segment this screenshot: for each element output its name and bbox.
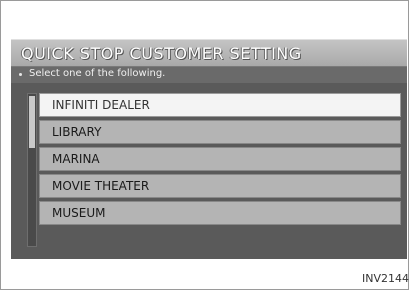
list-item-museum[interactable]: MUSEUM <box>39 201 401 225</box>
list-item-label: LIBRARY <box>52 125 102 139</box>
screen-title: QUICK STOP CUSTOMER SETTING <box>21 44 302 63</box>
list-item-movie-theater[interactable]: MOVIE THEATER <box>39 174 401 198</box>
navigation-screen: QUICK STOP CUSTOMER SETTING Select one o… <box>11 39 407 259</box>
list-item-label: MARINA <box>52 152 100 166</box>
title-bar: QUICK STOP CUSTOMER SETTING <box>11 39 407 67</box>
instruction-bar: Select one of the following. <box>11 67 407 83</box>
list-item-library[interactable]: LIBRARY <box>39 120 401 144</box>
list-item-label: MUSEUM <box>52 206 106 220</box>
quick-stop-list: INFINITI DEALER LIBRARY MARINA MOVIE THE… <box>39 93 401 228</box>
figure-reference-code: INV2144 <box>362 272 409 285</box>
instruction-text: Select one of the following. <box>29 68 166 79</box>
scrollbar-thumb[interactable] <box>29 96 35 148</box>
list-item-infiniti-dealer[interactable]: INFINITI DEALER <box>39 93 401 117</box>
list-item-label: MOVIE THEATER <box>52 179 150 193</box>
list-scrollbar[interactable] <box>27 93 37 247</box>
list-item-label: INFINITI DEALER <box>52 98 150 112</box>
bullet-icon <box>19 73 22 76</box>
list-item-marina[interactable]: MARINA <box>39 147 401 171</box>
